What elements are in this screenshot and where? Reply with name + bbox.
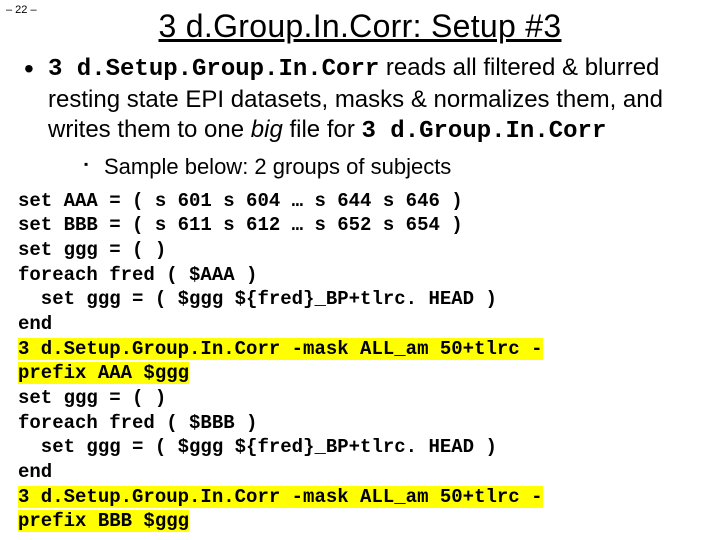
code-line: set ggg = ( ) (18, 238, 706, 263)
code-line: 3 d.Setup.Group.In.Corr -mask ALL_am 50+… (18, 337, 706, 386)
code-line: foreach fred ( $AAA ) (18, 263, 706, 288)
sub-bullet-list: Sample below: 2 groups of subjects (48, 153, 706, 181)
highlighted-code: 3 d.Setup.Group.In.Corr -mask ALL_am 50+… (18, 486, 543, 533)
code-line: end (18, 460, 706, 485)
code-line: foreach fred ( $BBB ) (18, 411, 706, 436)
bullet-list: 3 d.Setup.Group.In.Corr reads all filter… (14, 53, 706, 181)
prog-name-1: 3 d.Setup.Group.In.Corr (48, 56, 379, 83)
code-line: 3 d.Setup.Group.In.Corr -mask ALL_am 50+… (18, 485, 706, 534)
slide-title: 3 d.Group.In.Corr: Setup #3 (14, 8, 706, 45)
bullet-text-2: file for (283, 116, 362, 143)
prog-name-2: 3 d.Group.In.Corr (362, 118, 607, 145)
highlighted-code: 3 d.Setup.Group.In.Corr -mask ALL_am 50+… (18, 338, 543, 385)
code-line: set ggg = ( $ggg ${fred}_BP+tlrc. HEAD ) (18, 435, 706, 460)
code-line: set ggg = ( $ggg ${fred}_BP+tlrc. HEAD ) (18, 287, 706, 312)
code-line: set ggg = ( ) (18, 386, 706, 411)
bullet-big: big (251, 116, 283, 143)
sub-bullet-item: Sample below: 2 groups of subjects (88, 153, 706, 181)
bullet-item: 3 d.Setup.Group.In.Corr reads all filter… (44, 53, 706, 181)
code-line: set BBB = ( s 611 s 612 … s 652 s 654 ) (18, 213, 706, 238)
page-number: – 22 – (6, 4, 37, 16)
slide: – 22 – 3 d.Group.In.Corr: Setup #3 3 d.S… (0, 0, 720, 540)
code-line: set AAA = ( s 601 s 604 … s 644 s 646 ) (18, 189, 706, 214)
code-line: end (18, 312, 706, 337)
code-block: set AAA = ( s 601 s 604 … s 644 s 646 )s… (18, 189, 706, 535)
